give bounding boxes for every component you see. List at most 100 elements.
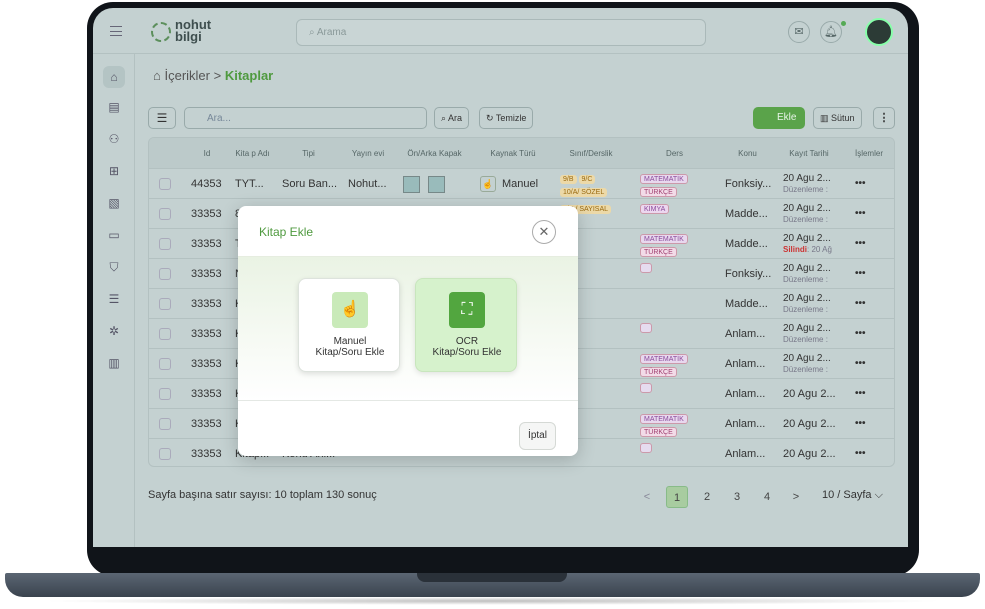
- page-button[interactable]: 2: [696, 486, 718, 508]
- row-actions-button[interactable]: •••: [855, 289, 885, 319]
- breadcrumb-current: Kitaplar: [224, 68, 274, 83]
- graduation-cap-icon[interactable]: ⌂: [103, 66, 125, 88]
- row-checkbox[interactable]: [159, 328, 171, 340]
- sidebar: ⌂ ▤ ⚇ ⊞ ▧ ▭ ⛉ ☰ ✲ ▥: [93, 54, 135, 547]
- mail-icon[interactable]: ✉: [788, 21, 810, 43]
- page-button[interactable]: 4: [756, 486, 778, 508]
- lesson-tag: [640, 443, 652, 453]
- logo: nohut bilgi: [175, 17, 212, 44]
- class-tag: 10/A/ SÖZEL: [560, 188, 608, 197]
- columns-button[interactable]: ▥ Sütun: [813, 107, 862, 129]
- next-page-button[interactable]: >: [785, 486, 807, 508]
- chat-icon[interactable]: ▭: [103, 224, 125, 246]
- row-actions-button[interactable]: •••: [855, 379, 885, 409]
- row-actions-button[interactable]: •••: [855, 439, 885, 466]
- cover-thumbnails[interactable]: [403, 169, 445, 199]
- tools-icon[interactable]: ✲: [103, 320, 125, 342]
- row-id: 44353: [191, 178, 222, 190]
- users-icon[interactable]: ⚇: [103, 128, 125, 150]
- laptop-base: [5, 573, 980, 597]
- column-header[interactable]: Ders: [630, 138, 719, 168]
- menu-icon[interactable]: [110, 26, 122, 36]
- rows-per-page-label: Sayfa başına satır sayısı: 10 toplam 130…: [148, 489, 377, 501]
- add-button[interactable]: Ekle: [753, 107, 805, 129]
- column-header[interactable]: Yayın evi: [341, 138, 395, 168]
- row-classes: 9/B 9/C 10/A/ SÖZEL: [559, 169, 634, 199]
- column-header[interactable]: Ön/Arka Kapak: [395, 138, 474, 168]
- row-date: 20 Agu 2... Silindi: 20 Ağ: [783, 233, 832, 254]
- column-header[interactable]: Kita p Adı: [229, 138, 276, 168]
- manual-add-option[interactable]: ☝ Manuel Kitap/Soru Ekle: [298, 278, 400, 372]
- home-icon[interactable]: ⌂: [153, 68, 161, 83]
- row-checkbox[interactable]: [159, 388, 171, 400]
- row-actions-button[interactable]: •••: [855, 229, 885, 259]
- ocr-add-option[interactable]: ⛶ OCR Kitap/Soru Ekle: [415, 278, 517, 372]
- row-checkbox[interactable]: [159, 448, 171, 460]
- list-icon[interactable]: ☰: [103, 288, 125, 310]
- row-actions-button[interactable]: •••: [855, 199, 885, 229]
- column-header[interactable]: Id: [185, 138, 229, 168]
- avatar[interactable]: [865, 18, 893, 46]
- per-page-select[interactable]: 10 / Sayfa ⌵: [822, 489, 883, 502]
- page-button[interactable]: 3: [726, 486, 748, 508]
- laptop-shadow: [40, 597, 945, 605]
- row-checkbox[interactable]: [159, 208, 171, 220]
- bell-icon[interactable]: 🔔︎: [820, 21, 842, 43]
- table-row[interactable]: 44353 TYT... Soru Ban... Nohut... ☝ Manuel 9/B…: [149, 168, 894, 199]
- ocr-option-label: OCR Kitap/Soru Ekle: [432, 336, 502, 358]
- column-header[interactable]: Tipi: [276, 138, 341, 168]
- row-actions-button[interactable]: •••: [855, 319, 885, 349]
- row-name: TYT...: [235, 178, 264, 190]
- column-header[interactable]: Konu: [719, 138, 776, 168]
- row-lessons: [639, 439, 699, 466]
- columns-icon[interactable]: ▥: [103, 352, 125, 374]
- clear-button[interactable]: ↻ Temizle: [479, 107, 534, 129]
- cancel-button[interactable]: İptal: [519, 422, 556, 450]
- table-search-input[interactable]: Ara...: [184, 107, 427, 129]
- prev-page-button[interactable]: <: [636, 486, 658, 508]
- row-checkbox[interactable]: [159, 298, 171, 310]
- hierarchy-icon[interactable]: ⊞: [103, 160, 125, 182]
- row-actions-button[interactable]: •••: [855, 349, 885, 379]
- breadcrumb-root[interactable]: İçerikler: [164, 68, 210, 83]
- row-actions-button[interactable]: •••: [855, 409, 885, 439]
- row-checkbox[interactable]: [159, 238, 171, 250]
- row-topic: Anlam...: [725, 418, 766, 430]
- row-lessons: MATEMATİK TÜRKÇE: [639, 409, 699, 439]
- row-lessons: [639, 379, 699, 409]
- laptop-notch: [417, 573, 567, 582]
- row-checkbox[interactable]: [159, 358, 171, 370]
- table-header: Id Kita p Adı Tipi Yayın evi Ön/Arka Kapak Ka…: [149, 138, 894, 168]
- row-actions-button[interactable]: •••: [855, 169, 885, 199]
- lesson-tag: MATEMATİK: [640, 354, 688, 364]
- column-header[interactable]: Sınıf/Derslik: [552, 138, 630, 168]
- lesson-tag: TÜRKÇE: [640, 367, 677, 377]
- scan-icon: ⛶: [449, 292, 485, 328]
- row-checkbox[interactable]: [159, 178, 171, 190]
- row-date: 20 Agu 2... Düzenleme :: [783, 293, 831, 314]
- lesson-tag: MATEMATİK: [640, 234, 688, 244]
- column-header[interactable]: İşlemler: [842, 138, 894, 168]
- search-button[interactable]: ⌕ Ara: [434, 107, 470, 129]
- shield-icon[interactable]: ⛉: [103, 256, 125, 278]
- column-header[interactable]: Kayıt Tarihi: [776, 138, 842, 168]
- close-icon[interactable]: ✕: [532, 220, 556, 244]
- row-checkbox[interactable]: [159, 418, 171, 430]
- row-id: 33353: [191, 238, 222, 250]
- row-topic: Anlam...: [725, 358, 766, 370]
- global-search-input[interactable]: ⌕ Arama: [296, 19, 706, 46]
- hand-icon: ☝Manuel: [480, 169, 550, 199]
- document-icon[interactable]: ▧: [103, 192, 125, 214]
- row-publisher: Nohut...: [348, 178, 387, 190]
- lesson-tag: [640, 263, 652, 273]
- column-header[interactable]: Kaynak Türü: [474, 138, 552, 168]
- lesson-tag: TÜRKÇE: [640, 187, 677, 197]
- calendar-icon[interactable]: ▤: [103, 96, 125, 118]
- row-actions-button[interactable]: •••: [855, 259, 885, 289]
- row-id: 33353: [191, 418, 222, 430]
- row-checkbox[interactable]: [159, 268, 171, 280]
- filter-button[interactable]: ☰: [148, 107, 176, 129]
- row-lessons: MATEMATİK TÜRKÇE: [639, 229, 699, 259]
- more-options-icon[interactable]: ⋮: [873, 107, 895, 129]
- page-button[interactable]: 1: [666, 486, 688, 508]
